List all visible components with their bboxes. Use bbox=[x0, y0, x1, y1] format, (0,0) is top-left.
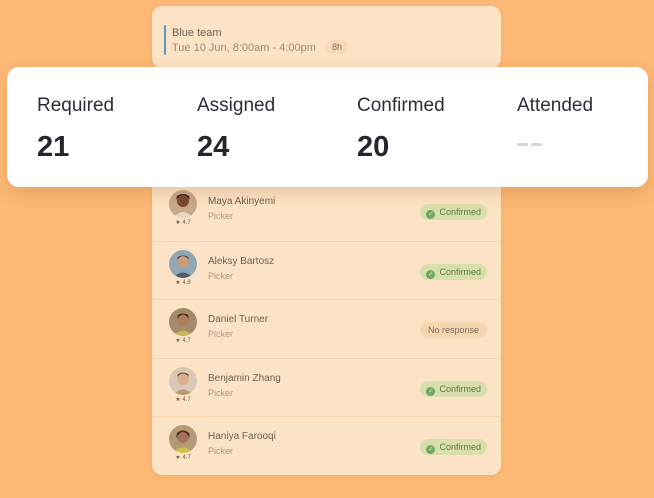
status-badge: No response bbox=[419, 322, 487, 338]
rating: ★ 4.7 bbox=[168, 337, 198, 344]
stat-value: 24 bbox=[197, 131, 230, 163]
shift-time-range: Tue 10 Jun, 8:00am - 4:00pm bbox=[172, 42, 316, 54]
worker-list: ★ 4.7 Maya Akinyemi Picker ✓ Confirmed ★ … bbox=[152, 175, 501, 475]
worker-role: Picker bbox=[208, 211, 234, 221]
status-label: No response bbox=[427, 325, 479, 335]
rating-value: 4.7 bbox=[182, 220, 191, 226]
status-badge: ✓ Confirmed bbox=[420, 264, 487, 280]
list-item[interactable]: ★ 4.7 Benjamin Zhang Picker ✓ Confirmed bbox=[152, 358, 501, 416]
list-item[interactable]: ★ 4.7 Maya Akinyemi Picker ✓ Confirmed bbox=[152, 182, 501, 240]
attendance-stats-card: Required 21 Assigned 24 Confirmed 20 Att… bbox=[7, 67, 648, 187]
rating-value: 4.7 bbox=[182, 338, 191, 344]
star-icon: ★ bbox=[175, 280, 181, 286]
avatar-with-rating: ★ 4.7 bbox=[168, 425, 198, 463]
stat-attended: Attended bbox=[517, 95, 593, 151]
status-badge: ✓ Confirmed bbox=[420, 381, 487, 397]
check-icon: ✓ bbox=[426, 210, 436, 219]
avatar-with-rating: ★ 4.8 bbox=[168, 250, 198, 288]
list-item[interactable]: ★ 4.7 Haniya Farooqi Picker ✓ Confirmed bbox=[152, 416, 501, 474]
worker-name: Maya Akinyemi bbox=[208, 196, 276, 207]
avatar bbox=[169, 367, 197, 395]
stat-label: Attended bbox=[517, 95, 594, 116]
status-badge: ✓ Confirmed bbox=[420, 204, 487, 220]
worker-role: Picker bbox=[208, 388, 234, 398]
status-label: Confirmed bbox=[439, 442, 481, 452]
worker-name: Haniya Farooqi bbox=[208, 431, 276, 442]
avatar-with-rating: ★ 4.7 bbox=[168, 367, 198, 405]
stat-label: Assigned bbox=[197, 95, 276, 116]
list-item[interactable]: ★ 4.7 Daniel Turner Picker No response bbox=[152, 299, 501, 357]
avatar bbox=[169, 425, 197, 453]
stat-confirmed: Confirmed 20 bbox=[357, 95, 445, 164]
star-icon: ★ bbox=[175, 338, 181, 344]
rating: ★ 4.7 bbox=[168, 396, 198, 403]
status-label: Confirmed bbox=[439, 207, 481, 217]
status-label: Confirmed bbox=[439, 384, 481, 394]
stat-label: Confirmed bbox=[357, 95, 445, 116]
worker-name: Daniel Turner bbox=[208, 314, 269, 325]
check-icon: ✓ bbox=[426, 387, 436, 396]
stat-required: Required 21 bbox=[37, 95, 114, 164]
rating-value: 4.8 bbox=[182, 280, 191, 286]
worker-role: Picker bbox=[208, 329, 234, 339]
rating-value: 4.7 bbox=[182, 455, 191, 461]
stat-value: 21 bbox=[37, 131, 70, 163]
star-icon: ★ bbox=[175, 220, 181, 226]
avatar bbox=[169, 190, 197, 218]
list-item[interactable]: ★ 4.8 Aleksy Bartosz Picker ✓ Confirmed bbox=[152, 241, 501, 299]
stat-value: 20 bbox=[357, 131, 390, 163]
team-color-bar bbox=[164, 25, 166, 55]
avatar bbox=[169, 308, 197, 336]
shift-card[interactable]: Blue team Tue 10 Jun, 8:00am - 4:00pm 8h bbox=[152, 6, 501, 68]
rating: ★ 4.7 bbox=[168, 454, 198, 461]
check-icon: ✓ bbox=[426, 270, 436, 279]
worker-role: Picker bbox=[208, 271, 234, 281]
worker-role: Picker bbox=[208, 446, 234, 456]
avatar-with-rating: ★ 4.7 bbox=[168, 190, 198, 228]
status-label: Confirmed bbox=[439, 267, 481, 277]
star-icon: ★ bbox=[175, 397, 181, 403]
avatar-with-rating: ★ 4.7 bbox=[168, 308, 198, 346]
shift-duration-badge: 8h bbox=[326, 40, 349, 54]
rating: ★ 4.7 bbox=[168, 219, 198, 226]
avatar bbox=[169, 250, 197, 278]
shift-team-name: Blue team bbox=[172, 27, 222, 39]
status-badge: ✓ Confirmed bbox=[420, 439, 487, 455]
worker-name: Benjamin Zhang bbox=[208, 373, 281, 384]
stat-label: Required bbox=[37, 95, 115, 116]
rating: ★ 4.8 bbox=[168, 279, 198, 286]
rating-value: 4.7 bbox=[182, 397, 191, 403]
stat-assigned: Assigned 24 bbox=[197, 95, 275, 164]
worker-name: Aleksy Bartosz bbox=[208, 256, 275, 267]
check-icon: ✓ bbox=[426, 445, 436, 454]
stat-empty-placeholder bbox=[517, 139, 543, 151]
star-icon: ★ bbox=[175, 455, 181, 461]
